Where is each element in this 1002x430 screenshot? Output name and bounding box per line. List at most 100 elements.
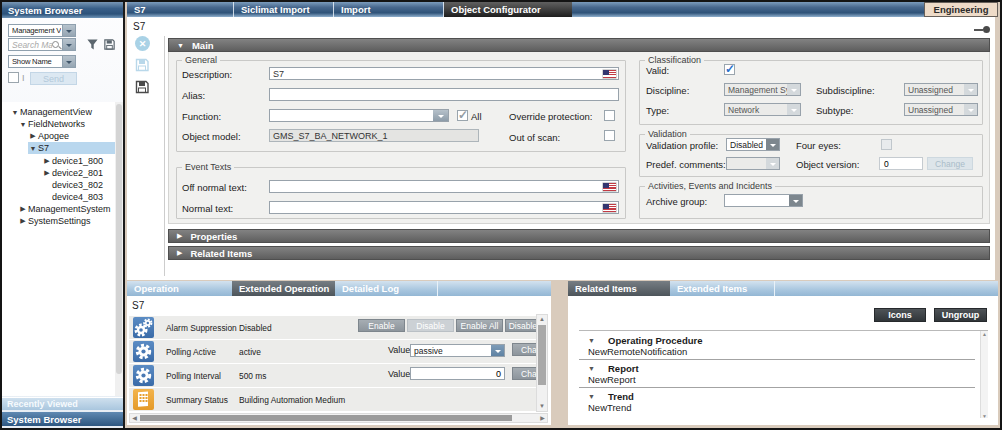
chevron-down-icon[interactable]: [62, 55, 76, 68]
scrollbar-thumb[interactable]: [538, 325, 546, 385]
section-main-header[interactable]: ▼Main: [168, 38, 990, 52]
save-search-icon[interactable]: [103, 38, 116, 51]
enable-button[interactable]: Enable: [358, 319, 405, 332]
tab-import[interactable]: Import: [334, 2, 444, 17]
tree-item-s7[interactable]: ▼S7: [2, 142, 115, 154]
tree-item-apogee[interactable]: ▶Apogee: [2, 130, 115, 142]
expand-arrow-icon[interactable]: ▼: [28, 145, 38, 152]
tab-object-configurator[interactable]: Object Configurator: [444, 2, 572, 17]
group-trend[interactable]: ▼Trend: [579, 390, 988, 402]
operation-horizontal-scrollbar[interactable]: ◀▶: [129, 413, 548, 423]
chevron-down-icon: [964, 104, 977, 115]
chevron-down-icon[interactable]: [766, 139, 779, 150]
group-operating-procedure[interactable]: ▼Operating Procedure: [579, 334, 988, 346]
scrollbar-thumb[interactable]: [140, 415, 512, 421]
send-button[interactable]: Send: [30, 72, 77, 85]
collapse-arrow-icon[interactable]: ▼: [588, 337, 608, 344]
list-item[interactable]: NewReport: [579, 374, 988, 385]
save-icon[interactable]: [135, 58, 149, 72]
tab-siclimat-import[interactable]: Siclimat Import: [234, 2, 334, 17]
normal-text-field[interactable]: [269, 201, 619, 214]
display-mode-dropdown[interactable]: Show Name: [8, 55, 63, 68]
tab-related-items[interactable]: Related Items: [568, 281, 670, 296]
system-browser-tab[interactable]: System Browser: [2, 412, 123, 426]
tab-extended-items[interactable]: Extended Items: [670, 281, 774, 296]
chevron-down-icon[interactable]: [433, 110, 448, 121]
validation-profile-dropdown[interactable]: Disabled: [726, 138, 780, 151]
expand-arrow-icon[interactable]: ▶: [28, 132, 38, 140]
change-button[interactable]: Change: [512, 367, 536, 380]
off-normal-text-field[interactable]: [269, 180, 619, 193]
tab-detailed-log[interactable]: Detailed Log: [335, 281, 437, 296]
tree-item-device3[interactable]: device3_802: [2, 179, 115, 191]
tree-item-systemsettings[interactable]: ▶SystemSettings: [2, 215, 115, 227]
description-field[interactable]: [269, 67, 619, 80]
enable-all-button[interactable]: Enable All: [456, 319, 503, 332]
four-eyes-label: Four eyes:: [796, 140, 841, 151]
icons-button[interactable]: Icons: [874, 308, 926, 322]
tab-operation[interactable]: Operation: [127, 281, 232, 296]
section-related-items-header[interactable]: ▶Related Items: [168, 246, 990, 260]
expand-arrow-icon[interactable]: ▼: [18, 121, 28, 128]
send-checkbox[interactable]: [8, 72, 19, 83]
tree-item-device1[interactable]: ▶device1_800: [2, 155, 115, 167]
expand-arrow-icon[interactable]: ▶: [42, 169, 52, 177]
four-eyes-checkbox[interactable]: [881, 139, 892, 150]
tab-extended-operation[interactable]: Extended Operation: [232, 281, 335, 296]
expand-arrow-icon[interactable]: ▶: [42, 157, 52, 165]
alias-field[interactable]: [269, 88, 619, 101]
list-item[interactable]: NewTrend: [579, 402, 988, 413]
close-icon[interactable]: ✕: [135, 36, 150, 51]
tree-item-device2[interactable]: ▶device2_801: [2, 167, 115, 179]
save-as-icon[interactable]: [135, 80, 149, 94]
disable-all-button[interactable]: Disable All: [505, 319, 536, 332]
out-of-scan-checkbox[interactable]: [604, 130, 615, 141]
collapse-arrow-icon[interactable]: ▼: [588, 365, 608, 372]
language-flag-icon[interactable]: [603, 183, 616, 191]
tree-item-fieldnetworks[interactable]: ▼FieldNetworks: [2, 118, 115, 130]
all-checkbox[interactable]: [457, 110, 468, 121]
collapse-arrow-icon[interactable]: ▼: [588, 393, 608, 400]
filter-icon[interactable]: [86, 38, 99, 51]
section-properties-header[interactable]: ▶Properties: [168, 229, 990, 243]
language-flag-icon[interactable]: [603, 204, 616, 212]
change-version-button[interactable]: Change: [927, 157, 973, 170]
scrollbar-thumb[interactable]: [116, 104, 122, 374]
chevron-down-icon[interactable]: [62, 24, 76, 37]
list-item[interactable]: NewRemoteNotification: [579, 346, 988, 357]
disable-button[interactable]: Disable: [407, 319, 454, 332]
chevron-down-icon[interactable]: [491, 345, 504, 356]
related-items-scrollbar[interactable]: [980, 331, 988, 418]
subdiscipline-dropdown[interactable]: Unassigned: [904, 83, 978, 96]
polling-interval-value-field[interactable]: 0: [410, 367, 505, 380]
subtype-dropdown[interactable]: Unassigned: [904, 103, 978, 116]
override-protection-checkbox[interactable]: [604, 110, 615, 121]
operation-vertical-scrollbar[interactable]: ▲▼: [536, 314, 548, 412]
search-box[interactable]: [8, 38, 63, 51]
polling-active-value-dropdown[interactable]: passive: [410, 344, 505, 357]
language-flag-icon[interactable]: [603, 70, 616, 78]
group-report[interactable]: ▼Report: [579, 362, 988, 374]
ungroup-button[interactable]: Ungroup: [934, 308, 987, 322]
function-dropdown[interactable]: [269, 109, 449, 122]
discipline-dropdown[interactable]: Management Sys: [724, 83, 801, 96]
tree-item-managementsystem[interactable]: ▶ManagementSystem: [2, 203, 115, 215]
expand-arrow-icon[interactable]: ▶: [18, 205, 28, 213]
archive-group-dropdown[interactable]: [724, 194, 803, 207]
expand-arrow-icon[interactable]: ▶: [18, 217, 28, 225]
change-button[interactable]: Change: [512, 343, 536, 356]
recently-viewed-bar[interactable]: Recently Viewed: [2, 397, 123, 410]
tree-item-device4[interactable]: device4_803: [2, 191, 115, 203]
pin-icon[interactable]: [974, 26, 990, 33]
tree-item-managementview[interactable]: ▼ManagementView: [2, 106, 115, 118]
tab-s7[interactable]: S7: [127, 2, 234, 17]
view-selector-dropdown[interactable]: Management V: [8, 24, 63, 37]
tree-scrollbar[interactable]: [115, 102, 123, 396]
engineering-mode-button[interactable]: Engineering: [924, 2, 998, 17]
chevron-down-icon[interactable]: [789, 195, 802, 206]
expand-arrow-icon[interactable]: ▼: [10, 109, 20, 116]
predef-comments-dropdown[interactable]: [726, 157, 780, 170]
valid-checkbox[interactable]: [724, 64, 735, 75]
type-dropdown[interactable]: Network: [724, 103, 801, 116]
chevron-down-icon[interactable]: [62, 38, 76, 51]
